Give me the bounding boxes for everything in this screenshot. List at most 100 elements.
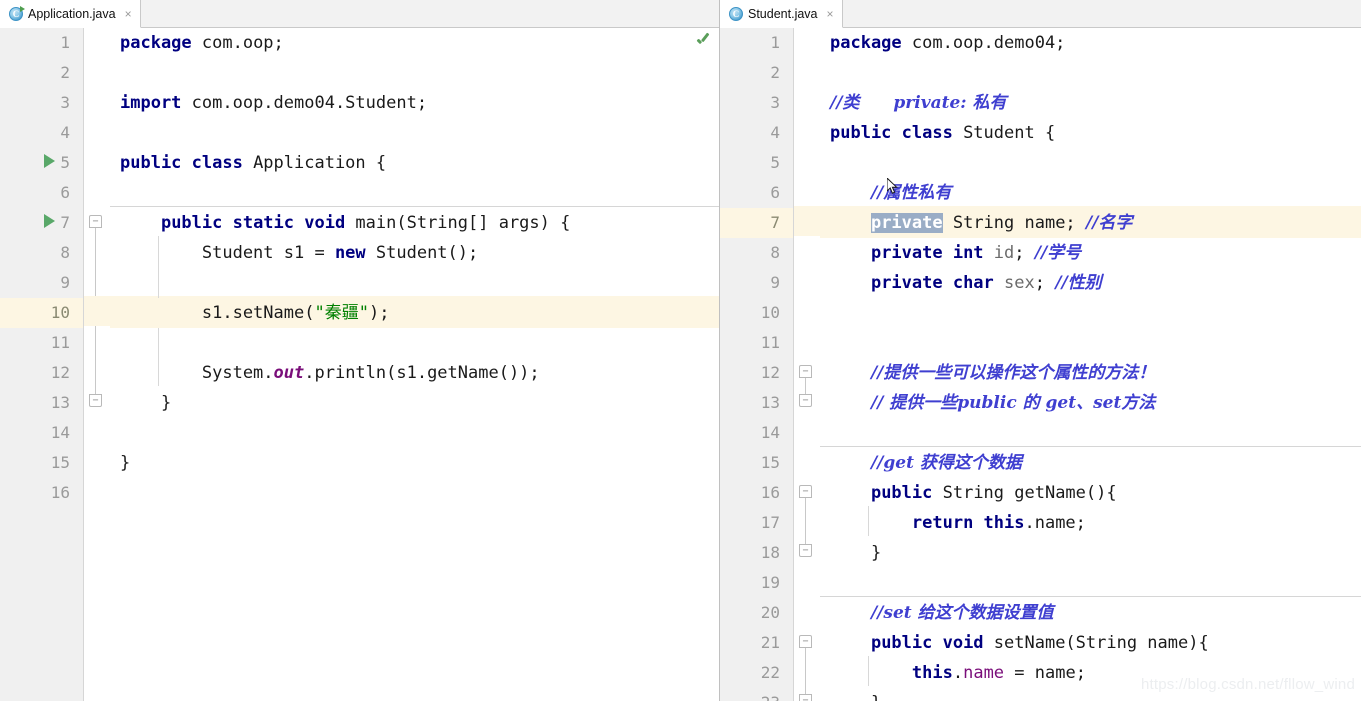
run-gutter-arrow-icon[interactable] xyxy=(44,214,55,228)
editor-pane-right: C Student.java × 1 2 3 4 5 6 7 8 9 10 11 12 13 14 15 16… xyxy=(720,0,1361,701)
code-token: private int xyxy=(870,243,984,263)
code-token: //性别 xyxy=(1055,273,1102,293)
code-token: System. xyxy=(120,363,274,383)
line-number: 10 xyxy=(0,298,83,328)
code-line[interactable]: public class Student { xyxy=(820,118,1361,148)
line-number: 8 xyxy=(770,243,780,262)
code-token: id xyxy=(993,243,1015,263)
code-line[interactable]: } xyxy=(820,538,1361,568)
code-token: String name; xyxy=(942,213,1086,233)
code-line[interactable]: private int id; //学号 xyxy=(820,238,1361,268)
editor-body-left[interactable]: 1 2 3 4 5 6 7 8 9 10 11 12 13 14 15 16 − − package com.o… xyxy=(0,28,719,701)
code-line[interactable]: public static void main(String[] args) { xyxy=(110,208,719,238)
close-icon[interactable]: × xyxy=(125,8,132,20)
fold-expand-end-icon[interactable]: − xyxy=(89,394,102,407)
code-line[interactable]: //提供一些可以操作这个属性的方法！ xyxy=(820,358,1361,388)
code-line[interactable] xyxy=(110,58,719,88)
code-line[interactable]: public String getName(){ xyxy=(820,478,1361,508)
code-token: return this xyxy=(911,513,1025,533)
code-line[interactable] xyxy=(820,418,1361,448)
code-line[interactable]: public void setName(String name){ xyxy=(820,628,1361,658)
fold-collapse-icon[interactable]: − xyxy=(799,485,812,498)
code-token: public class xyxy=(830,123,953,143)
code-line[interactable]: private char sex; //性别 xyxy=(820,268,1361,298)
code-token: com.oop.demo04; xyxy=(901,33,1066,53)
code-line[interactable] xyxy=(110,478,719,508)
fold-expand-end-icon[interactable]: − xyxy=(799,694,812,701)
code-token: //set 给这个数据设置值 xyxy=(870,603,1054,623)
tab-label: Application.java xyxy=(28,6,116,21)
java-class-icon: C xyxy=(729,6,743,21)
line-number: 13 xyxy=(760,393,780,412)
code-line[interactable]: } xyxy=(110,388,719,418)
code-line[interactable]: // 提供一些public 的 get、set方法 xyxy=(820,388,1361,418)
code-area-right[interactable]: package com.oop.demo04; //类 private: 私有 pu… xyxy=(820,28,1361,701)
line-number: 5 xyxy=(770,153,780,172)
code-line[interactable] xyxy=(820,148,1361,178)
tab-label: Student.java xyxy=(748,6,818,21)
code-line[interactable] xyxy=(110,328,719,358)
code-line[interactable] xyxy=(820,298,1361,328)
code-line[interactable]: s1.setName("秦疆"); xyxy=(110,298,719,328)
fold-expand-end-icon[interactable]: − xyxy=(799,544,812,557)
code-token: //属性私有 xyxy=(870,183,952,203)
tabbar-filler-left xyxy=(140,0,719,27)
code-line[interactable]: //get 获得这个数据 xyxy=(820,448,1361,478)
intention-bulb-icon[interactable] xyxy=(802,213,816,229)
code-line[interactable]: //set 给这个数据设置值 xyxy=(820,598,1361,628)
code-token: package xyxy=(120,33,192,53)
code-line[interactable]: package com.oop; xyxy=(110,28,719,58)
fold-region-line xyxy=(805,498,806,546)
code-line[interactable] xyxy=(820,568,1361,598)
code-line[interactable]: //属性私有 xyxy=(820,178,1361,208)
line-number: 14 xyxy=(50,423,70,442)
code-line[interactable]: private String name; //名字 xyxy=(820,208,1361,238)
code-line[interactable]: Student s1 = new Student(); xyxy=(110,238,719,268)
editor-body-right[interactable]: 1234567891011121314151617181920212223242… xyxy=(720,28,1361,701)
code-line[interactable] xyxy=(110,178,719,208)
code-token: } xyxy=(830,693,881,701)
line-number: 2 xyxy=(770,63,780,82)
line-number-gutter-right[interactable]: 1234567891011121314151617181920212223242… xyxy=(720,28,794,701)
tabbar-right: C Student.java × xyxy=(720,0,1361,28)
code-token: //get 获得这个数据 xyxy=(870,453,1022,473)
close-icon[interactable]: × xyxy=(827,8,834,20)
code-line[interactable] xyxy=(820,328,1361,358)
code-fold-column-left[interactable]: − − xyxy=(84,28,110,701)
code-line[interactable] xyxy=(110,268,719,298)
fold-region-line xyxy=(95,228,96,396)
code-fold-column-right[interactable]: − − − − − − xyxy=(794,28,820,701)
code-line[interactable]: import com.oop.demo04.Student; xyxy=(110,88,719,118)
fold-collapse-icon[interactable]: − xyxy=(89,215,102,228)
tab-application-java[interactable]: C Application.java × xyxy=(0,0,141,28)
line-number: 8 xyxy=(60,243,70,262)
line-number: 12 xyxy=(50,363,70,382)
run-gutter-arrow-icon[interactable] xyxy=(44,154,55,168)
code-line[interactable]: package com.oop.demo04; xyxy=(820,28,1361,58)
code-token: // 提供一些public 的 get、set方法 xyxy=(870,393,1156,413)
fold-expand-end-icon[interactable]: − xyxy=(799,394,812,407)
code-token: = name; xyxy=(1004,663,1086,683)
java-class-runnable-icon: C xyxy=(9,5,25,21)
line-number-gutter-left[interactable]: 1 2 3 4 5 6 7 8 9 10 11 12 13 14 15 16 xyxy=(0,28,84,701)
line-number: 7 xyxy=(720,208,793,238)
fold-collapse-icon[interactable]: − xyxy=(799,635,812,648)
tab-student-java[interactable]: C Student.java × xyxy=(720,0,843,28)
code-area-left[interactable]: package com.oop; import com.oop.demo04.St… xyxy=(110,28,719,701)
code-line[interactable]: //类 private: 私有 xyxy=(820,88,1361,118)
code-line[interactable]: } xyxy=(110,448,719,478)
code-line[interactable]: public class Application { xyxy=(110,148,719,178)
code-line[interactable]: return this.name; xyxy=(820,508,1361,538)
code-line[interactable] xyxy=(110,418,719,448)
code-line[interactable] xyxy=(820,58,1361,88)
fold-collapse-icon[interactable]: − xyxy=(799,365,812,378)
code-token: } xyxy=(120,453,131,473)
code-line[interactable] xyxy=(110,118,719,148)
code-line[interactable]: System.out.println(s1.getName()); xyxy=(110,358,719,388)
